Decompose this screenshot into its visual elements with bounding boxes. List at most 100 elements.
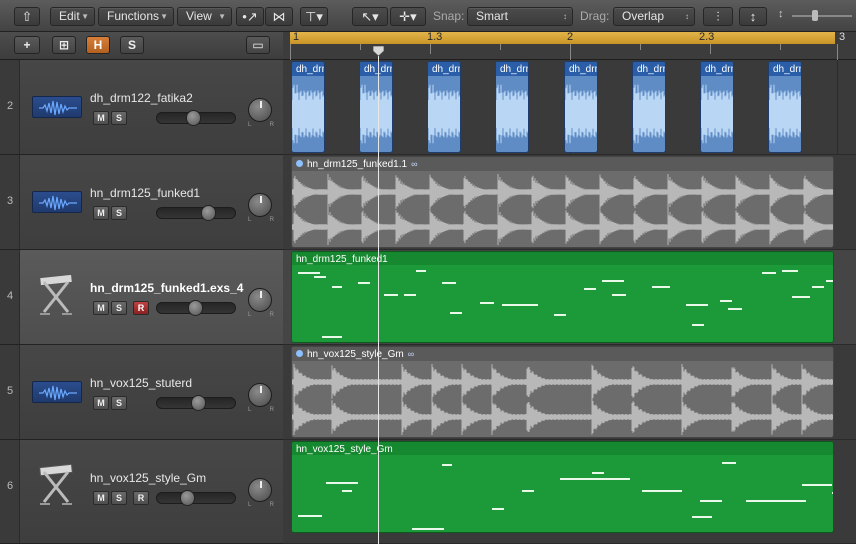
midi-note[interactable] [652, 286, 670, 288]
mute-button[interactable]: M [93, 301, 109, 315]
pan-knob[interactable] [248, 478, 272, 502]
zoom-slider-thumb[interactable] [812, 10, 818, 21]
midi-note[interactable] [812, 286, 824, 288]
solo-all-button[interactable]: S [120, 36, 144, 54]
track-header-3[interactable]: 3 hn_drm125_funked1 M S LR [0, 155, 283, 250]
flex-icon[interactable]: ⊤▾ [300, 7, 328, 26]
edit-menu[interactable]: Edit ▼ [50, 7, 95, 26]
midi-note[interactable] [480, 302, 494, 304]
midi-note[interactable] [746, 500, 768, 502]
volume-fader[interactable] [156, 395, 236, 411]
midi-note[interactable] [700, 500, 722, 502]
audio-region[interactable]: dh_drm [427, 61, 461, 153]
up-arrow-icon[interactable]: ⇧ [14, 7, 40, 26]
midi-note[interactable] [686, 304, 708, 306]
midi-note[interactable] [450, 312, 462, 314]
midi-region[interactable]: hn_drm125_funked1 [291, 251, 834, 343]
track-lane-4[interactable]: hn_drm125_funked1 [283, 250, 856, 345]
pan-knob[interactable] [248, 288, 272, 312]
track-header-5[interactable]: 5 hn_vox125_stuterd M S LR [0, 345, 283, 440]
link-icon[interactable]: ⋈ [265, 7, 293, 26]
playhead[interactable] [378, 46, 379, 544]
midi-note[interactable] [554, 314, 566, 316]
mute-button[interactable]: M [93, 111, 109, 125]
midi-note[interactable] [802, 484, 832, 486]
waveform-zoom-icon[interactable]: ⫶ [703, 7, 733, 26]
volume-fader[interactable] [156, 205, 236, 221]
volume-fader-thumb[interactable] [180, 490, 195, 506]
view-menu[interactable]: View ▼ [177, 7, 232, 26]
pan-knob[interactable] [248, 383, 272, 407]
snap-select[interactable]: Smart ↕ [467, 7, 573, 26]
track-name[interactable]: hn_vox125_style_Gm [90, 471, 206, 485]
midi-note[interactable] [722, 462, 736, 464]
midi-note[interactable] [766, 500, 806, 502]
midi-note[interactable] [412, 528, 444, 530]
volume-fader[interactable] [156, 300, 236, 316]
midi-note[interactable] [782, 270, 798, 272]
midi-note[interactable] [342, 490, 352, 492]
midi-note[interactable] [384, 294, 398, 296]
hide-button[interactable]: H [86, 36, 110, 54]
midi-note[interactable] [298, 515, 322, 517]
audio-region[interactable]: hn_vox125_style_Gm ∞ [291, 346, 834, 438]
track-lane-3[interactable]: hn_drm125_funked1.1 ∞ [283, 155, 856, 250]
mute-button[interactable]: M [93, 491, 109, 505]
midi-note[interactable] [692, 324, 704, 326]
track-name[interactable]: hn_drm125_funked1 [90, 186, 200, 200]
volume-fader-thumb[interactable] [191, 395, 206, 411]
add-folder-icon[interactable]: ⊞ [52, 36, 76, 54]
midi-note[interactable] [832, 492, 833, 494]
volume-fader-thumb[interactable] [201, 205, 216, 221]
audio-region[interactable]: hn_drm125_funked1.1 ∞ [291, 156, 834, 248]
solo-button[interactable]: S [111, 491, 127, 505]
vertical-zoom-icon[interactable]: ↕ [739, 7, 767, 26]
track-name[interactable]: hn_vox125_stuterd [90, 376, 192, 390]
midi-note[interactable] [792, 296, 810, 298]
midi-note[interactable] [492, 508, 504, 510]
audio-region[interactable]: dh_drm [632, 61, 666, 153]
track-name[interactable]: dh_drm122_fatika2 [90, 91, 193, 105]
catch-playhead-icon[interactable]: •↗ [236, 7, 264, 26]
midi-note[interactable] [522, 490, 534, 492]
pan-knob[interactable] [248, 98, 272, 122]
mute-button[interactable]: M [93, 396, 109, 410]
audio-region[interactable]: dh_drm [564, 61, 598, 153]
solo-button[interactable]: S [111, 111, 127, 125]
audio-region[interactable]: dh_drm [495, 61, 529, 153]
midi-note[interactable] [502, 304, 524, 306]
midi-note[interactable] [416, 270, 426, 272]
midi-note[interactable] [560, 478, 630, 480]
track-header-2[interactable]: 2 dh_drm122_fatika2 M S LR [0, 60, 283, 155]
mute-button[interactable]: M [93, 206, 109, 220]
zoom-slider[interactable]: ↕ [778, 8, 856, 23]
midi-note[interactable] [322, 336, 342, 338]
record-enable-button[interactable]: R [133, 491, 149, 505]
midi-note[interactable] [314, 276, 326, 278]
midi-note[interactable] [602, 280, 624, 282]
add-track-button[interactable]: + [14, 36, 40, 54]
solo-button[interactable]: S [111, 301, 127, 315]
track-lane-5[interactable]: hn_vox125_style_Gm ∞ [283, 345, 856, 440]
midi-note[interactable] [692, 516, 712, 518]
midi-note[interactable] [358, 282, 370, 284]
playhead-handle-icon[interactable] [373, 46, 384, 56]
midi-note[interactable] [642, 490, 682, 492]
midi-note[interactable] [522, 304, 538, 306]
midi-note[interactable] [728, 308, 742, 310]
midi-note[interactable] [442, 282, 456, 284]
midi-note[interactable] [826, 280, 833, 282]
solo-button[interactable]: S [111, 206, 127, 220]
midi-note[interactable] [762, 272, 776, 274]
midi-note[interactable] [720, 300, 732, 302]
drag-select[interactable]: Overlap ↕ [613, 7, 695, 26]
track-lane-2[interactable]: dh_drm dh_drm dh_drm dh_drm dh_drm dh_drm dh_d… [283, 60, 856, 155]
volume-fader[interactable] [156, 110, 236, 126]
midi-note[interactable] [442, 464, 452, 466]
audio-region[interactable]: dh_drm [291, 61, 325, 153]
track-name[interactable]: hn_drm125_funked1.exs_4 [90, 281, 243, 295]
midi-note[interactable] [404, 294, 416, 296]
pan-knob[interactable] [248, 193, 272, 217]
track-lane-6[interactable]: hn_vox125_style_Gm [283, 440, 856, 544]
volume-fader-thumb[interactable] [188, 300, 203, 316]
